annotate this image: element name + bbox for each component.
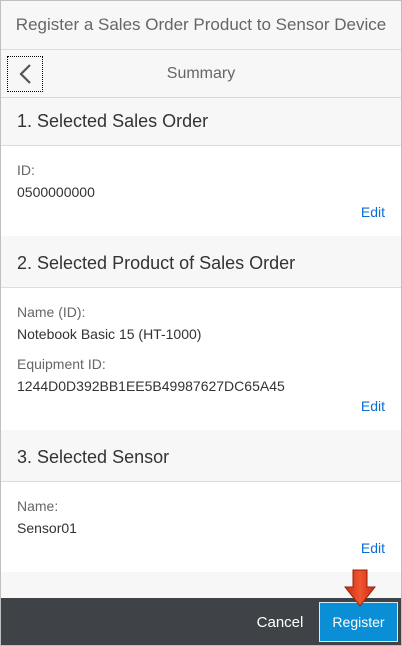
edit-sensor-link[interactable]: Edit: [361, 540, 385, 556]
sensor-name-value: Sensor01: [17, 520, 77, 536]
page-header: Summary: [1, 50, 401, 98]
id-value: 0500000000: [17, 184, 95, 200]
section-sensor-header: 3. Selected Sensor: [1, 434, 401, 482]
section-title: 1. Selected Sales Order: [17, 111, 209, 131]
equipment-id-label: Equipment ID:: [17, 356, 106, 372]
section-title: 2. Selected Product of Sales Order: [17, 253, 296, 273]
cancel-button[interactable]: Cancel: [246, 602, 314, 642]
product-name-label: Name (ID):: [17, 304, 86, 320]
window-title-text: Register a Sales Order Product to Sensor…: [15, 15, 387, 34]
section-sales-order-header: 1. Selected Sales Order: [1, 98, 401, 146]
section-title: 3. Selected Sensor: [17, 447, 170, 467]
back-button[interactable]: [7, 56, 43, 92]
sensor-name-label: Name:: [17, 498, 59, 514]
app-window: Register a Sales Order Product to Sensor…: [0, 0, 402, 646]
register-button[interactable]: Register: [319, 602, 398, 642]
edit-sales-order-link[interactable]: Edit: [361, 204, 385, 220]
page-title: Summary: [166, 64, 236, 82]
equipment-id-value: 1244D0D392BB1EE5B49987627DC65A45: [17, 378, 285, 394]
section-product-header: 2. Selected Product of Sales Order: [1, 240, 401, 288]
chevron-left-icon: [19, 64, 31, 84]
section-sales-order-body: ID: 0500000000 Edit: [1, 146, 401, 236]
footer-toolbar: Cancel Register: [1, 598, 401, 645]
summary-content: 1. Selected Sales Order ID: 0500000000 E…: [1, 98, 401, 598]
edit-product-link[interactable]: Edit: [361, 398, 385, 414]
product-name-value: Notebook Basic 15 (HT-1000): [17, 326, 202, 342]
id-label: ID:: [17, 162, 35, 178]
window-title: Register a Sales Order Product to Sensor…: [1, 1, 401, 50]
section-sensor-body: Name: Sensor01 Edit: [1, 482, 401, 572]
section-product-body: Name (ID): Notebook Basic 15 (HT-1000) E…: [1, 288, 401, 430]
red-arrow-down-icon: [344, 569, 376, 607]
